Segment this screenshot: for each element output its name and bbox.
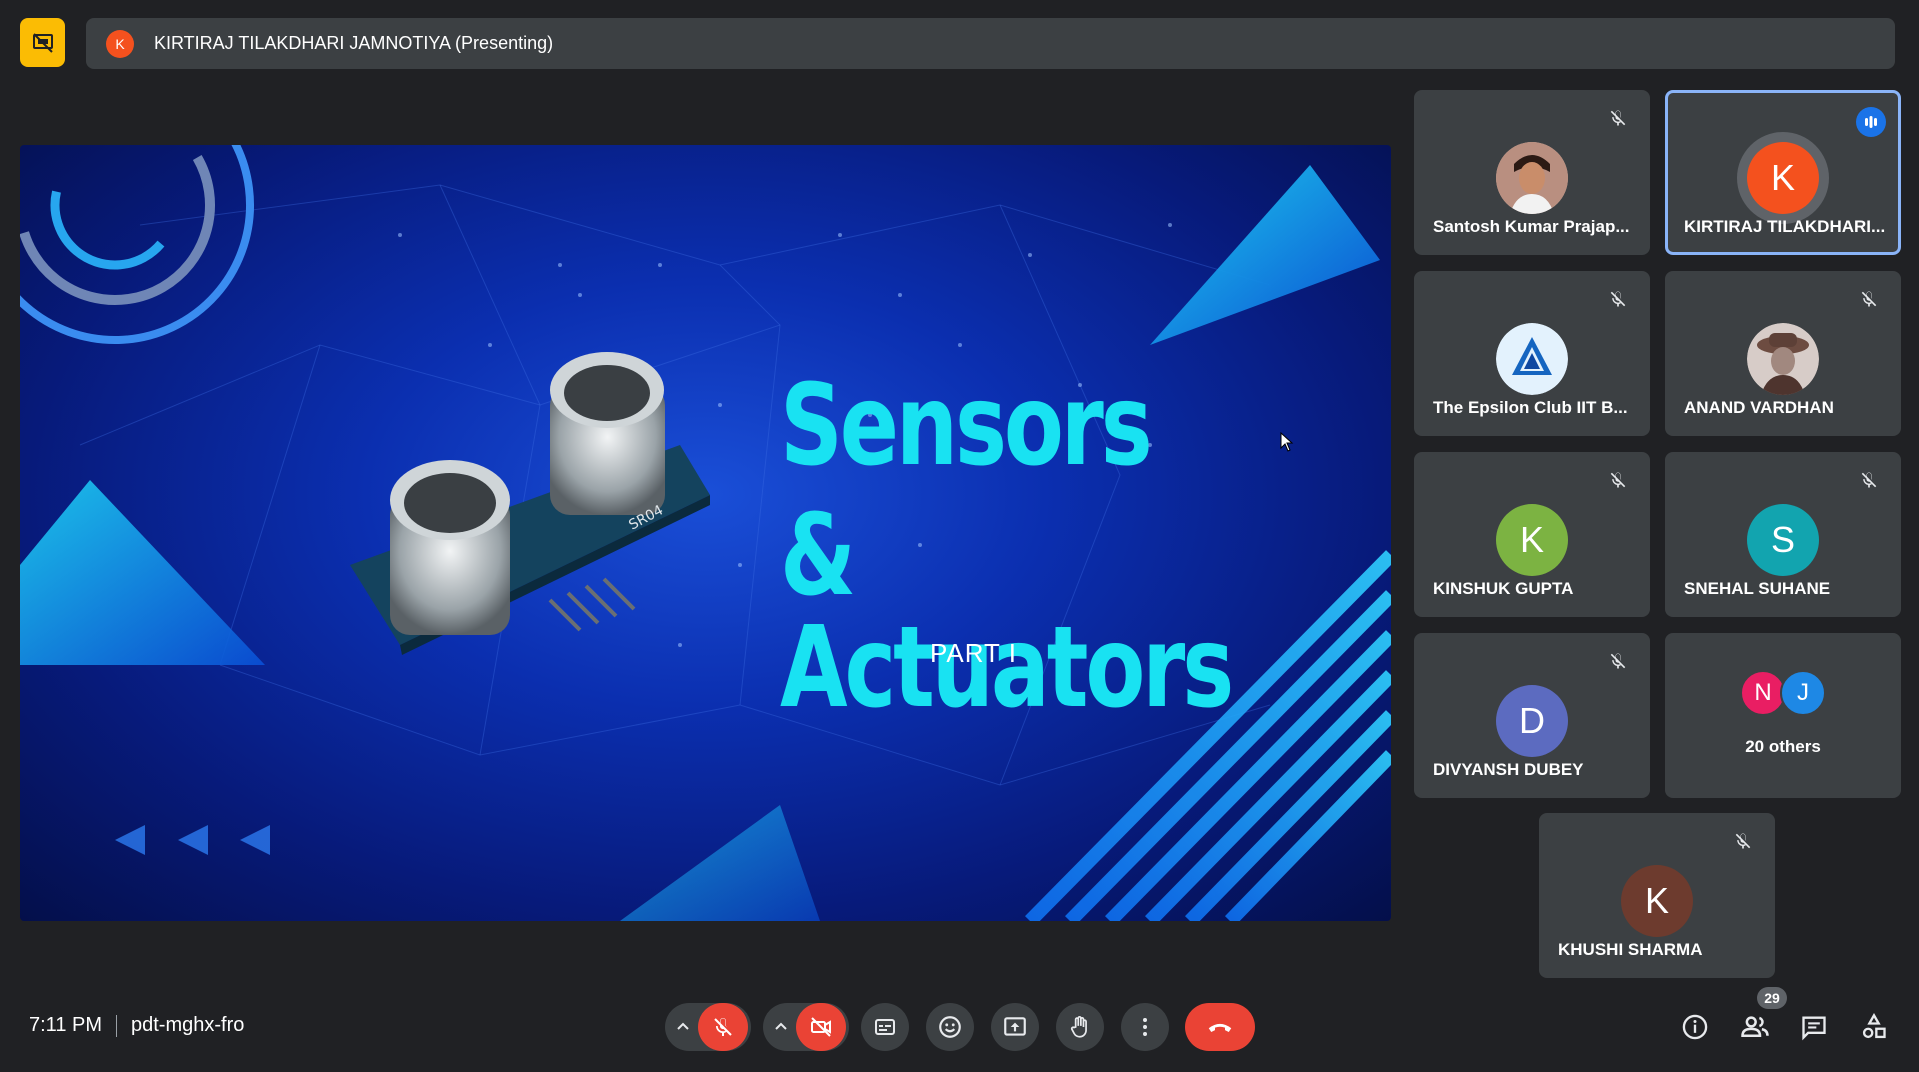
- participant-photo: [1496, 142, 1568, 214]
- participant-tile[interactable]: ANAND VARDHAN: [1665, 271, 1901, 436]
- speaking-indicator-icon: [1856, 107, 1886, 137]
- participant-count-badge: 29: [1757, 987, 1787, 1009]
- raise-hand-icon: [1070, 1016, 1087, 1038]
- participant-tile-active-speaker[interactable]: K KIRTIRAJ TILAKDHARI...: [1665, 90, 1901, 255]
- raise-hand-button[interactable]: [1056, 1003, 1104, 1051]
- meet-window: K KIRTIRAJ TILAKDHARI JAMNOTIYA (Present…: [0, 0, 1919, 1072]
- end-call-icon: [1208, 1023, 1232, 1032]
- participant-avatar: K: [1621, 865, 1693, 937]
- meeting-info: 7:11 PM pdt-mghx-fro: [29, 1014, 244, 1037]
- clock-time: 7:11 PM: [29, 1014, 102, 1036]
- others-count-label: 20 others: [1745, 737, 1821, 756]
- camera-off-icon: [811, 1017, 831, 1037]
- participant-photo: [1747, 323, 1819, 395]
- people-button[interactable]: [1737, 1009, 1773, 1045]
- activities-button[interactable]: [1856, 1009, 1892, 1045]
- mic-toggle-button[interactable]: [698, 1003, 748, 1051]
- camera-toggle-button[interactable]: [796, 1003, 846, 1051]
- participant-tile[interactable]: D DIVYANSH DUBEY: [1414, 633, 1650, 798]
- emoji-icon: [939, 1016, 961, 1038]
- present-screen-icon: [1004, 1017, 1026, 1036]
- participant-name: KINSHUK GUPTA: [1433, 579, 1574, 598]
- mouse-cursor-icon: [1280, 432, 1294, 452]
- presenter-label: KIRTIRAJ TILAKDHARI JAMNOTIYA (Presentin…: [154, 33, 554, 53]
- others-avatar: J: [1780, 670, 1826, 716]
- presenting-banner: K KIRTIRAJ TILAKDHARI JAMNOTIYA (Present…: [86, 18, 1895, 69]
- participant-tile[interactable]: S SNEHAL SUHANE: [1665, 452, 1901, 617]
- captions-button[interactable]: [861, 1003, 909, 1051]
- slide-title-line1: Sensors: [780, 361, 1153, 491]
- mic-off-icon: [1861, 472, 1877, 488]
- info-icon: [1682, 1014, 1708, 1040]
- participant-avatar: K: [1747, 142, 1819, 214]
- more-options-button[interactable]: [1121, 1003, 1169, 1051]
- others-tile[interactable]: N J 20 others: [1665, 633, 1901, 798]
- mic-off-icon: [1610, 472, 1626, 488]
- presenter-avatar: K: [106, 29, 134, 58]
- present-off-icon: [32, 32, 53, 53]
- leave-call-button[interactable]: [1185, 1003, 1255, 1051]
- reactions-button[interactable]: [926, 1003, 974, 1051]
- others-avatar-stack: N J: [1740, 670, 1826, 716]
- participant-avatar: D: [1496, 685, 1568, 757]
- mic-off-icon: [1610, 291, 1626, 307]
- participant-name: SNEHAL SUHANE: [1684, 579, 1831, 598]
- meeting-code: pdt-mghx-fro: [131, 1014, 245, 1036]
- video-settings-chevron[interactable]: [770, 1016, 792, 1038]
- participant-name: KHUSHI SHARMA: [1558, 940, 1703, 959]
- mic-off-icon: [1861, 291, 1877, 307]
- participant-tile[interactable]: K KHUSHI SHARMA: [1539, 813, 1775, 978]
- chat-button[interactable]: [1796, 1009, 1832, 1045]
- club-logo-icon: [1496, 323, 1568, 395]
- chat-icon: [1802, 1016, 1826, 1041]
- participant-avatar: S: [1747, 504, 1819, 576]
- chevron-up-icon: [677, 1022, 689, 1030]
- shared-presentation-slide: SR04 Sensors & Actuators PART I: [20, 145, 1391, 921]
- activities-icon: [1862, 1013, 1886, 1039]
- participant-name: Santosh Kumar Prajap...: [1433, 217, 1630, 236]
- participant-name: DIVYANSH DUBEY: [1433, 760, 1584, 779]
- more-options-icon: [1143, 1018, 1147, 1036]
- participant-name: ANAND VARDHAN: [1684, 398, 1834, 417]
- slide-title-line2: & Actuators: [780, 491, 1234, 733]
- mic-off-icon: [1610, 110, 1626, 126]
- participant-name: KIRTIRAJ TILAKDHARI...: [1684, 217, 1886, 236]
- slide-subtitle: PART I: [930, 638, 1017, 668]
- participant-avatar: K: [1496, 504, 1568, 576]
- meeting-details-button[interactable]: [1677, 1009, 1713, 1045]
- mic-off-icon: [1610, 653, 1626, 669]
- participant-tile[interactable]: K KINSHUK GUPTA: [1414, 452, 1650, 617]
- captions-icon: [875, 1019, 895, 1035]
- people-icon: [1741, 1016, 1769, 1037]
- divider: [116, 1014, 117, 1037]
- participant-tile[interactable]: The Epsilon Club IIT B...: [1414, 271, 1650, 436]
- chevron-up-icon: [775, 1022, 787, 1030]
- ultrasonic-sensor-illustration: SR04: [350, 352, 710, 655]
- mic-off-icon: [714, 1018, 732, 1036]
- participant-name: The Epsilon Club IIT B...: [1433, 398, 1628, 417]
- presentation-pin-button[interactable]: [20, 18, 65, 67]
- present-now-button[interactable]: [991, 1003, 1039, 1051]
- audio-settings-chevron[interactable]: [672, 1016, 694, 1038]
- participant-tile[interactable]: Santosh Kumar Prajap...: [1414, 90, 1650, 255]
- mic-off-icon: [1735, 833, 1751, 849]
